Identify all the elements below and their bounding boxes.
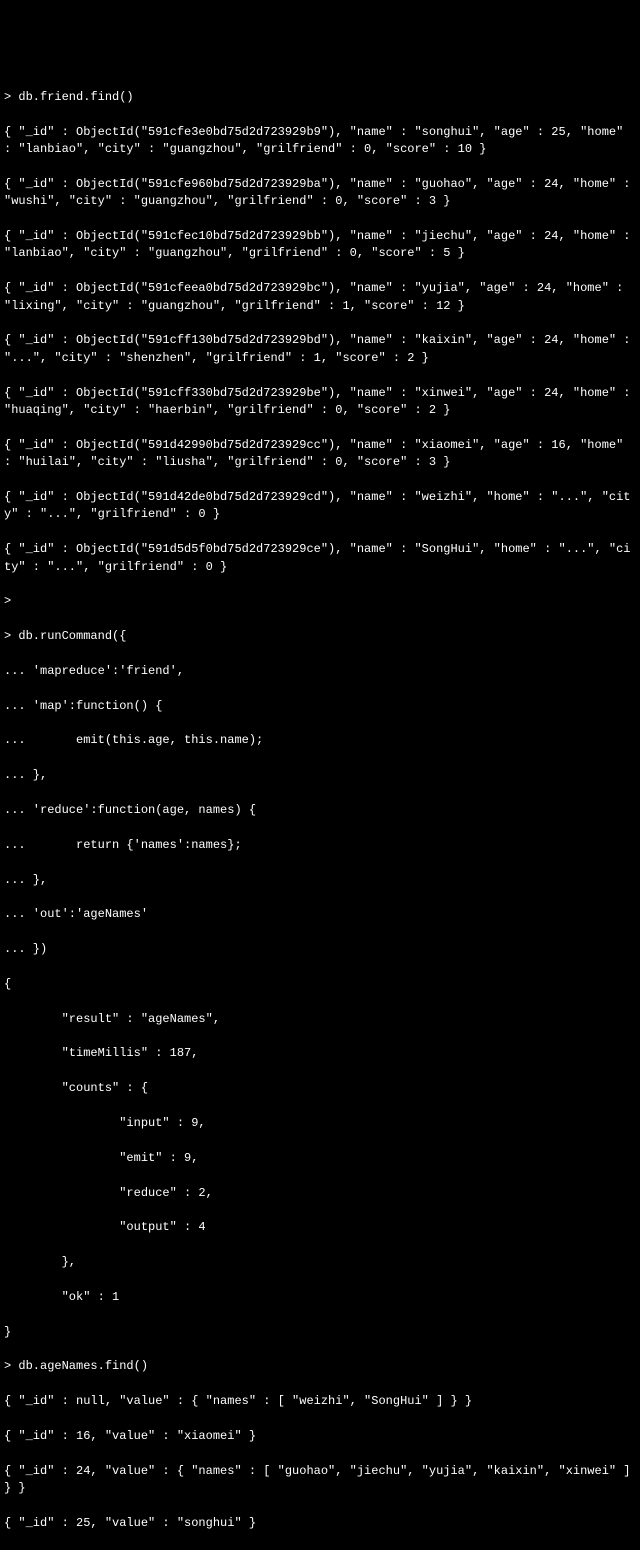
agenames-output-2: { "_id" : 24, "value" : { "names" : [ "g…: [4, 1463, 636, 1498]
find-output-0: { "_id" : ObjectId("591cfe3e0bd75d2d7239…: [4, 124, 636, 159]
result-line-10: }: [4, 1324, 636, 1341]
runcommand-line-0: ... 'mapreduce':'friend',: [4, 663, 636, 680]
result-line-6: "reduce" : 2,: [4, 1185, 636, 1202]
runcommand-line-5: ... return {'names':names};: [4, 837, 636, 854]
result-line-2: "timeMillis" : 187,: [4, 1045, 636, 1062]
command-runcommand: > db.runCommand({: [4, 628, 636, 645]
runcommand-line-4: ... 'reduce':function(age, names) {: [4, 802, 636, 819]
find-output-3: { "_id" : ObjectId("591cfeea0bd75d2d7239…: [4, 280, 636, 315]
result-line-8: },: [4, 1254, 636, 1271]
find-output-6: { "_id" : ObjectId("591d42990bd75d2d7239…: [4, 437, 636, 472]
prompt-line: >: [4, 593, 636, 610]
find-output-1: { "_id" : ObjectId("591cfe960bd75d2d7239…: [4, 176, 636, 211]
result-line-0: {: [4, 976, 636, 993]
runcommand-line-6: ... },: [4, 872, 636, 889]
runcommand-line-3: ... },: [4, 767, 636, 784]
find-output-2: { "_id" : ObjectId("591cfec10bd75d2d7239…: [4, 228, 636, 263]
runcommand-line-7: ... 'out':'ageNames': [4, 906, 636, 923]
find-output-8: { "_id" : ObjectId("591d5d5f0bd75d2d7239…: [4, 541, 636, 576]
agenames-output-1: { "_id" : 16, "value" : "xiaomei" }: [4, 1428, 636, 1445]
result-line-5: "emit" : 9,: [4, 1150, 636, 1167]
find-output-5: { "_id" : ObjectId("591cff330bd75d2d7239…: [4, 385, 636, 420]
agenames-output-3: { "_id" : 25, "value" : "songhui" }: [4, 1515, 636, 1532]
result-line-3: "counts" : {: [4, 1080, 636, 1097]
command-agenames-find: > db.ageNames.find(): [4, 1358, 636, 1375]
result-line-4: "input" : 9,: [4, 1115, 636, 1132]
command-find: > db.friend.find(): [4, 89, 636, 106]
runcommand-line-8: ... }): [4, 941, 636, 958]
find-output-7: { "_id" : ObjectId("591d42de0bd75d2d7239…: [4, 489, 636, 524]
result-line-9: "ok" : 1: [4, 1289, 636, 1306]
find-output-4: { "_id" : ObjectId("591cff130bd75d2d7239…: [4, 332, 636, 367]
runcommand-line-2: ... emit(this.age, this.name);: [4, 732, 636, 749]
result-line-7: "output" : 4: [4, 1219, 636, 1236]
result-line-1: "result" : "ageNames",: [4, 1011, 636, 1028]
terminal[interactable]: > db.friend.find() { "_id" : ObjectId("5…: [4, 72, 636, 1550]
runcommand-line-1: ... 'map':function() {: [4, 698, 636, 715]
agenames-output-0: { "_id" : null, "value" : { "names" : [ …: [4, 1393, 636, 1410]
